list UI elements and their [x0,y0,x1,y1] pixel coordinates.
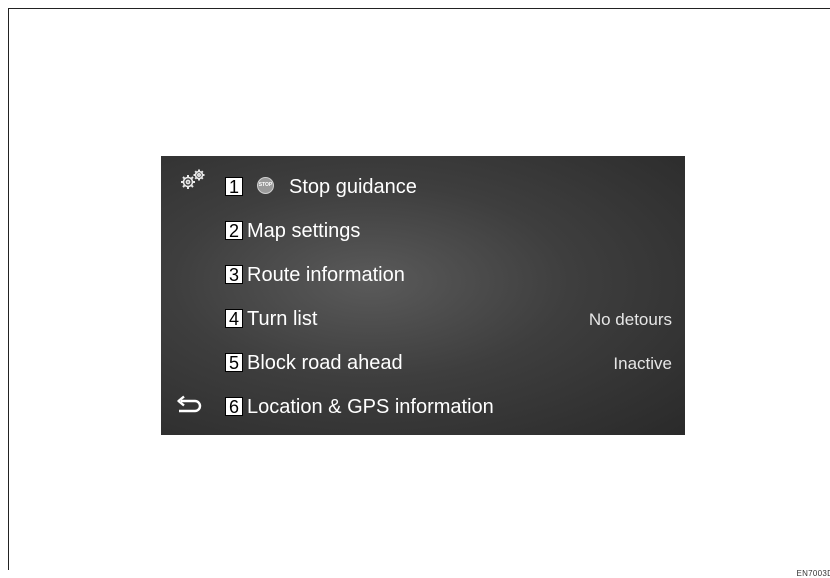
menu-item-label: Map settings [247,220,361,242]
back-arrow-icon[interactable] [171,393,205,419]
figure-code: EN7003D4 [796,569,830,578]
callout-number: 1 [225,177,243,197]
callout-number: 4 [225,309,243,329]
callout-number: 5 [225,353,243,373]
callout-number: 3 [225,265,243,285]
menu-item-turn-list[interactable]: 4 Turn list No detours [161,299,685,340]
figure-frame-top [8,8,830,9]
menu-item-route-information[interactable]: 3 Route information [161,255,685,296]
menu-item-block-road-ahead[interactable]: 5 Block road ahead Inactive [161,343,685,384]
menu-item-label: Block road ahead [247,352,403,374]
menu-item-map-settings[interactable]: 2 Map settings [161,211,685,252]
menu-item-label: Location & GPS information [247,396,494,418]
callout-number: 6 [225,397,243,417]
menu-item-label: Stop guidance [289,176,417,198]
menu-item-label: Turn list [247,308,318,330]
navigation-options-screen: 1 STOP Stop guidance 2 Map settings 3 Ro… [161,156,685,435]
menu-item-status: No detours [588,310,672,329]
menu-item-label: Route information [247,264,405,286]
menu-item-status: Inactive [613,354,672,373]
menu-item-stop-guidance[interactable]: 1 STOP Stop guidance [161,167,685,208]
stop-icon: STOP [257,177,274,194]
figure-frame-left [8,8,9,570]
callout-number: 2 [225,221,243,241]
menu-item-location-gps-information[interactable]: 6 Location & GPS information [161,387,685,428]
